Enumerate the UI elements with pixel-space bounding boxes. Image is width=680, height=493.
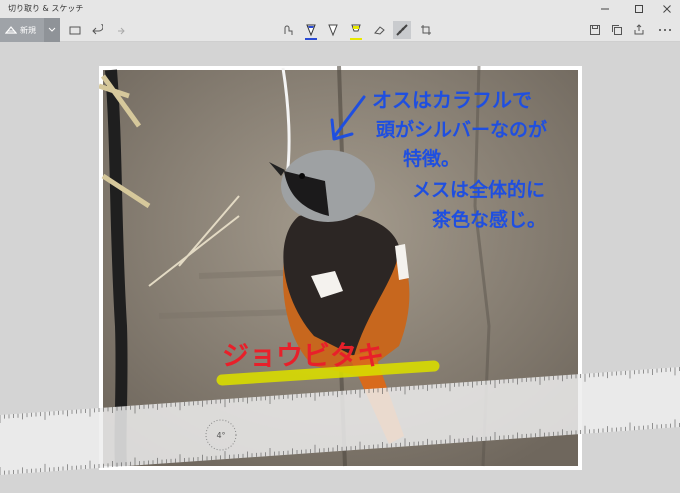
more-icon: [659, 29, 671, 31]
highlighter-icon: [351, 24, 361, 32]
minimize-icon: [601, 8, 609, 10]
snip-image[interactable]: [98, 65, 582, 470]
close-button[interactable]: [652, 0, 680, 18]
ruler-button[interactable]: [393, 21, 411, 39]
new-button-label: 新規: [20, 25, 36, 35]
crop-button[interactable]: [417, 21, 435, 39]
crop-icon: [421, 25, 431, 35]
toolbar: 新規: [0, 18, 680, 42]
highlighter-button[interactable]: [347, 21, 365, 40]
copy-icon: [612, 25, 622, 35]
undo-icon: [92, 24, 103, 35]
ruler-icon: [396, 24, 408, 36]
bird-photo: [98, 65, 578, 467]
ballpoint-pen-button[interactable]: [302, 21, 320, 40]
minimize-button[interactable]: [590, 0, 620, 18]
new-snip-icon: [5, 26, 17, 34]
canvas[interactable]: オスはカラフルで 頭がシルバーなのが 特徴。 メスは全体的に 茶色な感じ。 ジョ…: [0, 42, 680, 493]
redo-button[interactable]: [110, 21, 128, 39]
eraser-button[interactable]: [370, 21, 388, 39]
copy-button[interactable]: [608, 21, 626, 39]
redo-icon: [118, 27, 125, 35]
undo-button[interactable]: [88, 21, 106, 39]
ballpoint-underline: [305, 38, 317, 40]
close-icon: [663, 5, 671, 13]
touch-writing-icon: [284, 25, 293, 35]
open-file-button[interactable]: [66, 21, 84, 39]
more-options-button[interactable]: [656, 21, 674, 39]
folder-icon: [69, 26, 81, 35]
pencil-button[interactable]: [324, 21, 342, 39]
new-button[interactable]: 新規: [0, 18, 44, 42]
share-button[interactable]: [630, 21, 648, 39]
eraser-icon: [374, 26, 385, 35]
save-icon: [590, 25, 600, 35]
new-dropdown-button[interactable]: [44, 18, 60, 42]
ruler-angle-indicator[interactable]: 4°: [204, 418, 238, 452]
title-bar: 切り取り & スケッチ: [0, 0, 680, 18]
ruler-angle-label: 4°: [216, 430, 226, 440]
app-title: 切り取り & スケッチ: [8, 4, 84, 13]
share-icon: [634, 24, 644, 35]
chevron-down-icon: [48, 27, 56, 32]
touch-writing-button[interactable]: [279, 21, 297, 39]
ballpoint-pen-icon: [306, 24, 316, 37]
maximize-button[interactable]: [624, 0, 654, 18]
maximize-icon: [635, 5, 643, 13]
highlighter-underline: [350, 38, 362, 40]
pencil-icon: [328, 24, 338, 37]
save-button[interactable]: [586, 21, 604, 39]
